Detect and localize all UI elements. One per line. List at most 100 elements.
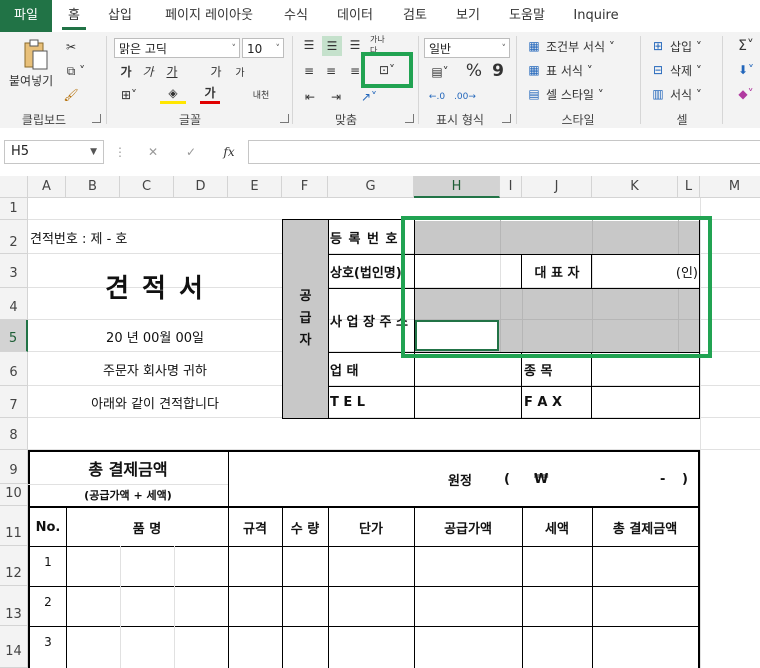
column-header-f[interactable]: F bbox=[282, 176, 328, 198]
row-header-7[interactable]: 7 bbox=[0, 386, 28, 418]
tab-inquire[interactable]: Inquire bbox=[564, 0, 628, 32]
insert-cells-icon[interactable]: ⊞ bbox=[650, 38, 666, 54]
fax-label[interactable]: F A X bbox=[524, 386, 592, 418]
row-header-2[interactable]: 2 bbox=[0, 220, 28, 254]
paste-icon[interactable] bbox=[20, 38, 50, 72]
row-header-14[interactable]: 14 bbox=[0, 626, 28, 668]
font-name-combo[interactable]: 맑은 고딕 ˅ bbox=[114, 38, 240, 58]
line-number[interactable]: 2 bbox=[30, 586, 66, 618]
row-header-12[interactable]: 12 bbox=[0, 546, 28, 586]
format-painter-icon[interactable]: 🖌 bbox=[62, 86, 80, 104]
format-cells-icon[interactable]: ▥ bbox=[650, 86, 666, 102]
column-header-k[interactable]: K bbox=[592, 176, 678, 198]
phonetic-button[interactable]: 내천 bbox=[246, 84, 276, 104]
row-header-9[interactable]: 9 bbox=[0, 450, 28, 484]
column-header-j[interactable]: J bbox=[522, 176, 592, 198]
row-header-3[interactable]: 3 bbox=[0, 254, 28, 288]
column-header-i[interactable]: I bbox=[500, 176, 522, 198]
row-header-6[interactable]: 6 bbox=[0, 352, 28, 386]
align-middle-icon[interactable]: ☰ bbox=[322, 36, 342, 56]
row-header-8[interactable]: 8 bbox=[0, 418, 28, 450]
tab-insert[interactable]: 삽입 bbox=[96, 0, 144, 32]
row-header-13[interactable]: 13 bbox=[0, 586, 28, 626]
align-left-icon[interactable]: ≡ bbox=[300, 62, 318, 80]
line-number[interactable]: 1 bbox=[30, 546, 66, 578]
tab-file[interactable]: 파일 bbox=[0, 0, 52, 32]
bold-button[interactable]: 가 bbox=[118, 62, 134, 80]
enter-icon[interactable]: ✓ bbox=[178, 142, 204, 162]
italic-button[interactable]: 가 bbox=[140, 62, 156, 80]
select-all-corner[interactable] bbox=[0, 176, 28, 198]
column-header-h[interactable]: H bbox=[414, 176, 500, 198]
column-header-m[interactable]: M bbox=[700, 176, 760, 198]
align-center-icon[interactable]: ≡ bbox=[322, 62, 340, 80]
header-supply-amount[interactable]: 공급가액 bbox=[414, 508, 522, 546]
percent-style-button[interactable]: % bbox=[464, 60, 484, 82]
column-header-d[interactable]: D bbox=[174, 176, 228, 198]
clipboard-launcher-icon[interactable] bbox=[92, 114, 101, 123]
tel-label[interactable]: T E L bbox=[330, 386, 414, 418]
column-header-a[interactable]: A bbox=[28, 176, 66, 198]
borders-icon[interactable]: ⊞˅ bbox=[116, 86, 142, 104]
tab-review[interactable]: 검토 bbox=[390, 0, 440, 32]
format-as-table-button[interactable]: 표 서식 ˅ bbox=[546, 62, 593, 79]
paste-label[interactable]: 붙여넣기 bbox=[9, 72, 53, 89]
total-amount-subtitle[interactable]: (공급가액 + 세액) bbox=[30, 484, 226, 506]
font-color-icon[interactable]: 가 bbox=[200, 84, 220, 104]
fill-icon[interactable]: ⬇˅ bbox=[734, 62, 758, 78]
insert-cells-button[interactable]: 삽입 ˅ bbox=[670, 38, 702, 55]
header-total[interactable]: 총 결제금액 bbox=[592, 508, 698, 546]
header-unit-price[interactable]: 단가 bbox=[328, 508, 414, 546]
comma-style-button[interactable]: 9 bbox=[490, 60, 506, 82]
header-item-name[interactable]: 품 명 bbox=[66, 508, 228, 546]
clear-icon[interactable]: ◆˅ bbox=[734, 86, 758, 102]
format-cells-button[interactable]: 서식 ˅ bbox=[670, 86, 702, 103]
copy-icon[interactable]: ⧉ ˅ bbox=[62, 62, 90, 80]
alignment-launcher-icon[interactable] bbox=[405, 114, 414, 123]
cell-styles-icon[interactable]: ▤ bbox=[526, 86, 542, 102]
header-tax[interactable]: 세액 bbox=[522, 508, 592, 546]
tab-data[interactable]: 데이터 bbox=[324, 0, 386, 32]
number-launcher-icon[interactable] bbox=[502, 114, 511, 123]
tab-home[interactable]: 홈 bbox=[56, 0, 92, 32]
cell-styles-button[interactable]: 셀 스타일 ˅ bbox=[546, 86, 604, 103]
customer-cell[interactable]: 주문자 회사명 귀하 bbox=[28, 352, 282, 386]
row-header-10[interactable]: 10 bbox=[0, 484, 28, 506]
font-launcher-icon[interactable] bbox=[280, 114, 289, 123]
column-header-e[interactable]: E bbox=[228, 176, 282, 198]
column-header-l[interactable]: L bbox=[678, 176, 700, 198]
line-number[interactable]: 3 bbox=[30, 626, 66, 658]
cancel-icon[interactable]: ✕ bbox=[140, 142, 166, 162]
date-cell[interactable]: 20 년 00월 00일 bbox=[28, 320, 282, 352]
align-top-icon[interactable]: ☰ bbox=[300, 36, 318, 54]
header-spec[interactable]: 규격 bbox=[228, 508, 282, 546]
delete-cells-button[interactable]: 삭제 ˅ bbox=[670, 62, 702, 79]
grow-font-button[interactable]: 가 bbox=[208, 62, 224, 80]
row-header-1[interactable]: 1 bbox=[0, 198, 28, 220]
row-header-5[interactable]: 5 bbox=[0, 320, 28, 352]
won-label[interactable]: 원정 bbox=[430, 462, 490, 496]
decrease-decimal-icon[interactable]: .00→ bbox=[454, 88, 476, 106]
name-box[interactable]: H5 ▼ bbox=[4, 140, 104, 164]
conditional-formatting-icon[interactable]: ▦ bbox=[526, 38, 542, 54]
quote-number-cell[interactable]: 견적번호 : 제 - 호 bbox=[30, 220, 230, 254]
total-amount-title[interactable]: 총 결제금액 bbox=[30, 452, 226, 484]
accounting-format-icon[interactable]: ▤˅ bbox=[426, 62, 454, 82]
fill-color-icon[interactable]: ◈ bbox=[160, 84, 186, 104]
tab-page-layout[interactable]: 페이지 레이아웃 bbox=[150, 0, 268, 32]
header-quantity[interactable]: 수 량 bbox=[282, 508, 328, 546]
column-header-b[interactable]: B bbox=[66, 176, 120, 198]
document-title[interactable]: 견 적 서 bbox=[28, 260, 282, 312]
autosum-icon[interactable]: Σ ˅ bbox=[734, 38, 758, 54]
insert-function-icon[interactable]: fx bbox=[216, 142, 242, 162]
tab-help[interactable]: 도움말 bbox=[496, 0, 558, 32]
greeting-cell[interactable]: 아래와 같이 견적합니다 bbox=[28, 386, 282, 418]
decrease-indent-icon[interactable]: ⇤ bbox=[300, 88, 320, 106]
worksheet-grid[interactable]: A B C D E F G H I J K L M 1 2 3 4 5 6 7 … bbox=[0, 176, 760, 668]
formula-input[interactable] bbox=[248, 140, 760, 164]
header-no[interactable]: No. bbox=[30, 508, 66, 546]
format-as-table-icon[interactable]: ▦ bbox=[526, 62, 542, 78]
font-size-combo[interactable]: 10 ˅ bbox=[242, 38, 284, 58]
column-header-g[interactable]: G bbox=[328, 176, 414, 198]
delete-cells-icon[interactable]: ⊟ bbox=[650, 62, 666, 78]
